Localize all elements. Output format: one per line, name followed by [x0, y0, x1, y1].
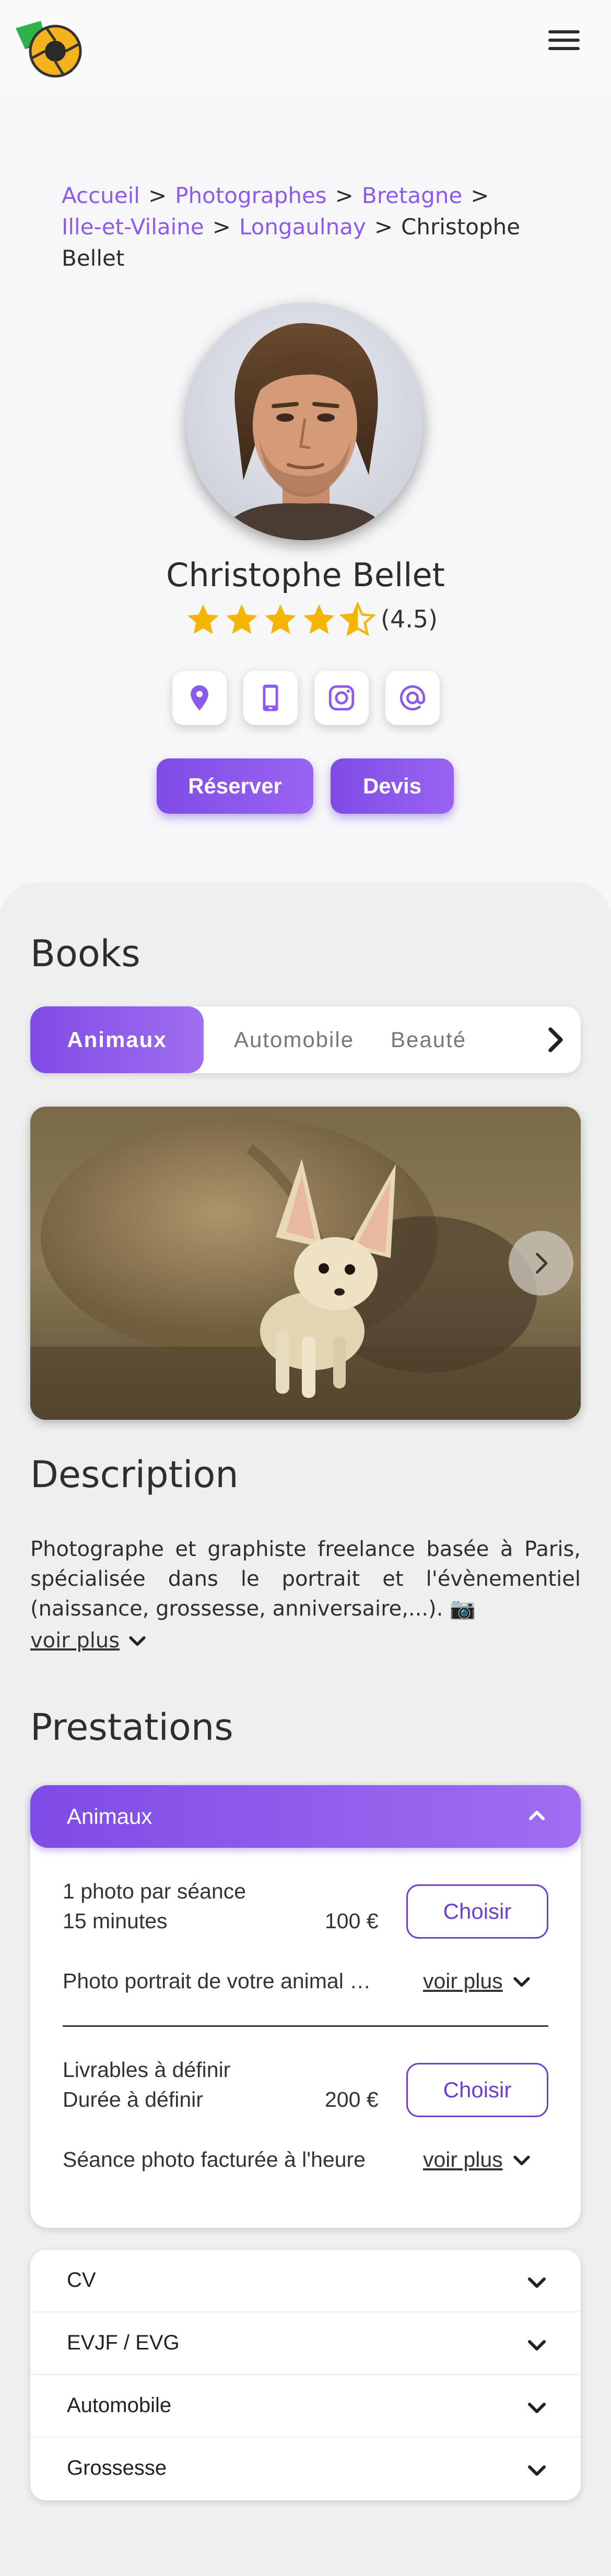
gallery-next-button[interactable] [509, 1231, 573, 1296]
accordion-header-label: Animaux [67, 1804, 152, 1829]
avatar-portrait-image [186, 303, 424, 540]
service-more-link[interactable]: voir plus [423, 2147, 533, 2172]
accordion-item-label: CV [67, 2269, 96, 2292]
star-full-icon [265, 604, 296, 634]
service-more-link[interactable]: voir plus [423, 1969, 533, 1993]
breadcrumb-separator: > [471, 183, 489, 208]
quote-button[interactable]: Devis [331, 758, 454, 814]
breadcrumb-item-region[interactable]: Bretagne [362, 183, 462, 208]
description-more-link[interactable]: voir plus [30, 1629, 149, 1653]
hamburger-menu-icon[interactable] [548, 30, 580, 53]
profile-section: Accueil > Photographes > Bretagne > Ille-et-Vi… [0, 94, 611, 908]
breadcrumb-separator: > [148, 183, 167, 208]
choose-button[interactable]: Choisir [406, 2063, 548, 2117]
star-full-icon [303, 604, 335, 634]
breadcrumb-separator: > [335, 183, 354, 208]
camera-shutter-logo[interactable] [14, 18, 85, 79]
star-full-icon [187, 604, 219, 634]
tab-automobile[interactable]: Automobile [218, 1006, 370, 1073]
service-quantity: 1 photo par séance [63, 1879, 246, 1903]
breadcrumb-separator: > [374, 214, 393, 240]
description-title: Description [30, 1453, 239, 1496]
chevron-up-icon [529, 1811, 545, 1820]
service-description: Séance photo facturée à l'heure [63, 2147, 366, 2171]
rating-score: (4.5) [381, 605, 438, 633]
description-more-label: voir plus [30, 1629, 120, 1653]
breadcrumb: Accueil > Photographes > Bretagne > Ille-et-Vi… [62, 180, 553, 274]
chevron-right-icon [536, 1253, 548, 1274]
gallery-photo-fennec [30, 1107, 581, 1420]
tab-animaux[interactable]: Animaux [30, 1006, 204, 1073]
service-price: 100 € [325, 1909, 379, 1933]
chevron-down-icon [528, 2277, 546, 2288]
chevron-down-icon [129, 1636, 146, 1646]
chevron-right-icon[interactable] [540, 1024, 571, 1055]
service-duration: Durée à définir [63, 2087, 203, 2111]
service-description: Photo portrait de votre animal de compag… [63, 1969, 381, 1993]
description-text: Photographe et graphiste freelance basée… [30, 1537, 581, 1621]
instagram-icon [328, 685, 355, 711]
main-content: Books Animaux Automobile Beauté Descript… [0, 882, 611, 2576]
service-more-label: voir plus [423, 2147, 503, 2171]
star-half-icon [340, 601, 375, 636]
email-at-icon [400, 685, 426, 711]
accordion-item-automobile[interactable]: Automobile [30, 2375, 581, 2438]
instagram-button[interactable] [314, 671, 369, 725]
rating: (4.5) [185, 599, 438, 639]
avatar [186, 303, 424, 540]
tab-beaute[interactable]: Beauté [391, 1006, 511, 1073]
accordion-item-label: Automobile [67, 2394, 172, 2417]
service-divider [63, 2025, 548, 2027]
chevron-down-icon [513, 1977, 530, 1987]
choose-button[interactable]: Choisir [406, 1884, 548, 1939]
mobile-phone-icon [263, 684, 278, 711]
reserve-button[interactable]: Réserver [157, 758, 313, 814]
books-gallery[interactable] [30, 1107, 581, 1420]
prestations-title: Prestations [30, 1706, 233, 1749]
chevron-down-icon [528, 2340, 546, 2351]
prestation-categories-collapsed: CV EVJF / EVG Automobile Grossesse [30, 2250, 581, 2500]
accordion-header-animaux[interactable]: Animaux [30, 1785, 581, 1848]
chevron-down-icon [528, 2465, 546, 2476]
breadcrumb-item-photographers[interactable]: Photographes [175, 183, 326, 208]
accordion-item-evjf-evg[interactable]: EVJF / EVG [30, 2312, 581, 2375]
service-duration: 15 minutes [63, 1909, 168, 1933]
service-quantity: Livrables à définir [63, 2058, 231, 2082]
service-more-label: voir plus [423, 1969, 503, 1993]
location-pin-icon [191, 685, 208, 711]
email-button[interactable] [385, 671, 440, 725]
books-tabs: Animaux Automobile Beauté [30, 1006, 581, 1073]
location-button[interactable] [172, 671, 227, 725]
breadcrumb-item-department[interactable]: Ille-et-Vilaine [62, 214, 204, 240]
breadcrumb-item-city[interactable]: Longaulnay [239, 214, 366, 240]
service-price: 200 € [325, 2087, 379, 2111]
accordion-item-label: Grossesse [67, 2456, 167, 2479]
accordion-item-grossesse[interactable]: Grossesse [30, 2438, 581, 2500]
breadcrumb-item-home[interactable]: Accueil [62, 183, 140, 208]
top-bar [0, 0, 611, 94]
accordion-item-label: EVJF / EVG [67, 2331, 180, 2354]
chevron-down-icon [513, 2155, 530, 2165]
photographer-name: Christophe Bellet [166, 556, 445, 594]
phone-button[interactable] [243, 671, 298, 725]
star-full-icon [226, 604, 257, 634]
accordion-item-cv[interactable]: CV [30, 2250, 581, 2312]
breadcrumb-separator: > [212, 214, 231, 240]
prestation-category-animaux: Animaux 1 photo par séance 15 minutes 10… [30, 1785, 581, 2228]
contact-buttons [172, 671, 456, 725]
books-title: Books [30, 932, 140, 975]
chevron-down-icon [528, 2403, 546, 2413]
